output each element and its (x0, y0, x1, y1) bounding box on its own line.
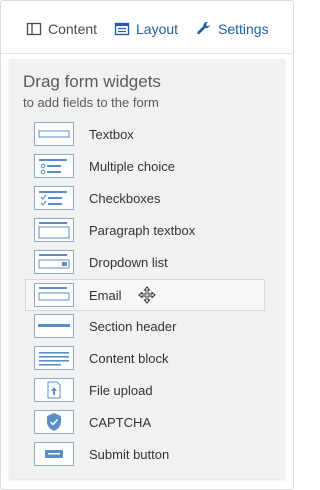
widget-paragraph-textbox[interactable]: Paragraph textbox (27, 215, 265, 245)
tab-content-label: Content (48, 21, 98, 37)
multiple-choice-icon (34, 154, 74, 178)
submit-button-icon (34, 442, 74, 466)
widget-captcha[interactable]: CAPTCHA (27, 407, 265, 437)
tab-content[interactable]: Content (26, 19, 97, 39)
content-block-icon (34, 346, 74, 370)
widget-label: Checkboxes (89, 190, 161, 206)
section-header-icon (34, 314, 74, 338)
layout-icon (114, 22, 130, 36)
widget-label: Section header (89, 318, 177, 334)
widget-label: Dropdown list (89, 254, 168, 270)
widget-label: CAPTCHA (89, 414, 152, 430)
widget-textbox[interactable]: Textbox (27, 119, 265, 149)
textbox-icon (34, 122, 74, 146)
widget-submit-button[interactable]: Submit button (27, 439, 265, 469)
move-cursor-icon (137, 286, 156, 304)
widget-label: Multiple choice (89, 158, 175, 174)
widget-checkboxes[interactable]: Checkboxes (27, 183, 265, 213)
panel-subheading: to add fields to the form (23, 95, 159, 110)
checkboxes-icon (34, 186, 74, 210)
widget-email[interactable]: Email (25, 279, 265, 311)
captcha-icon (34, 410, 74, 434)
dropdown-list-icon (34, 250, 74, 274)
widget-file-upload[interactable]: File upload (27, 375, 265, 405)
columns-icon (26, 22, 42, 36)
wrench-icon (197, 21, 211, 35)
tab-settings[interactable]: Settings (196, 19, 269, 39)
widget-list-area: Drag form widgets to add fields to the f… (9, 59, 285, 479)
paragraph-textbox-icon (34, 218, 74, 242)
widget-label: File upload (89, 382, 153, 398)
widget-label: Paragraph textbox (89, 222, 196, 238)
widget-label: Email (89, 287, 122, 303)
widget-label: Textbox (89, 126, 134, 142)
tab-bar: Content Layout Settings (1, 1, 293, 54)
widget-label: Submit button (89, 446, 170, 462)
file-upload-icon (34, 378, 74, 402)
tab-layout[interactable]: Layout (114, 19, 178, 39)
tab-layout-label: Layout (136, 21, 179, 37)
widget-label: Content block (89, 350, 169, 366)
email-icon (34, 283, 74, 307)
panel-heading: Drag form widgets (23, 72, 161, 91)
tab-settings-label: Settings (218, 21, 269, 37)
form-builder-panel: Content Layout Settings Drag form widget… (0, 0, 294, 490)
widget-content-block[interactable]: Content block (27, 343, 265, 373)
widget-section-header[interactable]: Section header (27, 311, 265, 341)
widget-multiple-choice[interactable]: Multiple choice (27, 151, 265, 181)
widget-dropdown-list[interactable]: Dropdown list (27, 247, 265, 277)
